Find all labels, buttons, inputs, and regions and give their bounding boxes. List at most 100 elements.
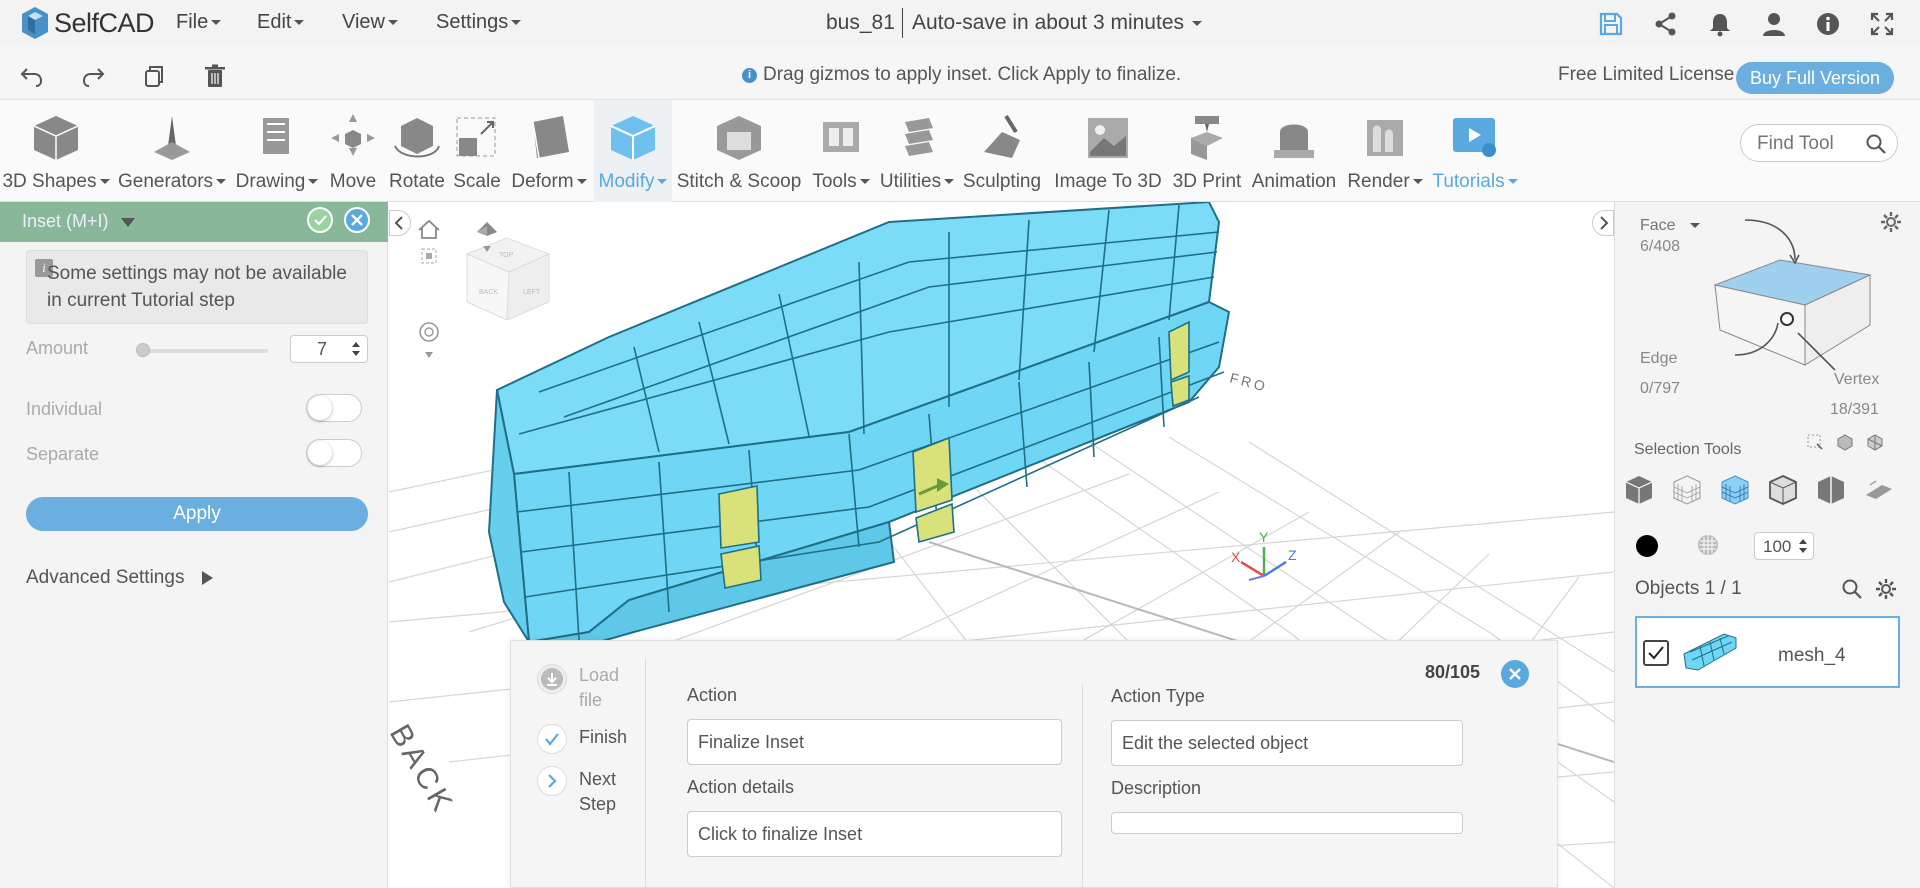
info-icon[interactable] (1814, 10, 1842, 38)
collapse-right-panel-button[interactable] (1592, 210, 1614, 236)
menu-view[interactable]: View (342, 11, 398, 34)
advanced-settings-toggle[interactable]: Advanced Settings (26, 567, 214, 589)
cube-face-left: LEFT (523, 289, 541, 296)
tool-label: Scale (450, 171, 504, 193)
tool-label: Move (322, 171, 384, 193)
fullscreen-icon[interactable] (1868, 10, 1896, 38)
separate-label: Separate (26, 444, 100, 464)
solid-wireframe-view-icon[interactable] (1718, 473, 1752, 507)
share-icon[interactable] (1652, 10, 1680, 38)
save-icon[interactable] (1597, 10, 1625, 38)
tool-label: Render (1344, 171, 1426, 193)
close-tutorial-button[interactable] (1501, 660, 1529, 688)
chevron-left-icon (394, 216, 403, 230)
tool-rotate[interactable]: Rotate (384, 100, 450, 202)
copy-icon[interactable] (141, 63, 167, 89)
section-view-icon[interactable] (1862, 473, 1896, 507)
redo-icon[interactable] (80, 63, 106, 89)
menu-file[interactable]: File (176, 11, 222, 34)
tool-3d-print[interactable]: 3D Print (1170, 100, 1244, 202)
find-tool-input[interactable] (1757, 133, 1857, 155)
tool-modify[interactable]: Modify (594, 100, 672, 202)
tool-move[interactable]: Move (322, 100, 384, 202)
file-name[interactable]: bus_81 (826, 11, 895, 35)
tool-deform[interactable]: Deform (504, 100, 594, 202)
xray-view-icon[interactable] (1766, 473, 1800, 507)
action-label: Action (687, 685, 738, 705)
render-icon (1367, 120, 1403, 156)
confirm-button[interactable] (307, 207, 333, 233)
tool-animation[interactable]: Animation (1244, 100, 1344, 202)
tool-tools[interactable]: Tools (806, 100, 876, 202)
tool-image-to-3d[interactable]: Image To 3D (1046, 100, 1170, 202)
buy-full-version-button[interactable]: Buy Full Version (1736, 62, 1894, 94)
color-swatch-icon[interactable] (1634, 533, 1660, 559)
tool-label-text: Animation (1251, 171, 1337, 192)
tool-label-text: Deform (511, 171, 574, 192)
half-view-icon[interactable] (1814, 473, 1848, 507)
generators-icon (154, 116, 190, 160)
bell-icon[interactable] (1706, 10, 1734, 38)
select-through-icon[interactable] (1866, 433, 1884, 451)
move-icon (331, 114, 375, 156)
chevron-down-icon (388, 20, 398, 26)
tool-label: Drawing (232, 171, 322, 193)
selection-tools-label: Selection Tools (1634, 441, 1742, 458)
box-select-icon[interactable] (1806, 433, 1824, 451)
close-tool-button[interactable] (344, 207, 370, 233)
search-icon[interactable] (1841, 578, 1863, 600)
separate-toggle[interactable] (306, 439, 362, 467)
view-cube[interactable]: TOP BACK LEFT (465, 237, 551, 321)
tool-panel-title[interactable]: Inset (M+I) (22, 211, 135, 232)
object-list-item[interactable] (1635, 616, 1900, 688)
advanced-settings-label: Advanced Settings (26, 567, 185, 588)
tool-label-text: Sculpting (962, 171, 1042, 192)
app-logo[interactable]: SelfCAD (20, 4, 155, 42)
stepper-arrows-icon[interactable] (351, 341, 361, 357)
amount-input[interactable]: 7 (290, 335, 368, 363)
chevron-down-icon (657, 179, 668, 185)
tool-scale[interactable]: Scale (450, 100, 504, 202)
step-next[interactable]: Next Step (579, 767, 629, 817)
tool-tutorials[interactable]: Tutorials (1426, 100, 1524, 202)
amount-slider-handle[interactable] (136, 343, 150, 357)
selection-mode-cube[interactable] (1690, 215, 1910, 375)
tool-label: 3D Shapes (0, 171, 112, 193)
stepper-arrows-icon[interactable] (1798, 538, 1808, 554)
tool-utilities[interactable]: Utilities (876, 100, 958, 202)
camera-orbit-icon[interactable] (419, 322, 439, 358)
material-icon[interactable] (1694, 531, 1722, 559)
home-view-icon[interactable] (418, 219, 440, 239)
axis-z-label: Z (1288, 547, 1297, 563)
menu-edit[interactable]: Edit (257, 11, 305, 34)
apply-button[interactable]: Apply (26, 497, 368, 531)
individual-toggle[interactable] (306, 394, 362, 422)
opacity-input[interactable]: 100 (1754, 532, 1814, 560)
tool-generators[interactable]: Generators (112, 100, 232, 202)
tool-sculpting[interactable]: Sculpting (958, 100, 1046, 202)
action-details-label: Action details (687, 777, 795, 797)
tool-stitch-scoop[interactable]: Stitch & Scoop (672, 100, 806, 202)
undo-icon[interactable] (19, 63, 45, 89)
menu-settings[interactable]: Settings (436, 11, 522, 34)
fit-view-icon[interactable] (421, 248, 437, 264)
autosave-status[interactable]: Auto-save in about 3 minutes (912, 11, 1202, 35)
object-visibility-checkbox[interactable] (1643, 640, 1669, 666)
trash-icon[interactable] (202, 63, 228, 89)
tool-render[interactable]: Render (1344, 100, 1426, 202)
user-icon[interactable] (1760, 10, 1788, 38)
menu-view-label: View (342, 11, 385, 33)
gear-icon[interactable] (1875, 578, 1897, 600)
next-step-icon[interactable] (537, 766, 567, 796)
collapse-left-panel-button[interactable] (389, 210, 411, 236)
wireframe-view-icon[interactable] (1670, 473, 1704, 507)
bus-mesh[interactable] (487, 202, 1231, 644)
select-visible-icon[interactable] (1836, 433, 1854, 451)
amount-slider-track[interactable] (138, 349, 268, 353)
search-icon[interactable] (1865, 133, 1887, 155)
solid-view-icon[interactable] (1622, 473, 1656, 507)
tool-label-text: Scale (453, 171, 501, 192)
tool-drawing[interactable]: Drawing (232, 100, 322, 202)
find-tool-search[interactable] (1740, 124, 1898, 162)
tool-3d-shapes[interactable]: 3D Shapes (0, 100, 112, 202)
